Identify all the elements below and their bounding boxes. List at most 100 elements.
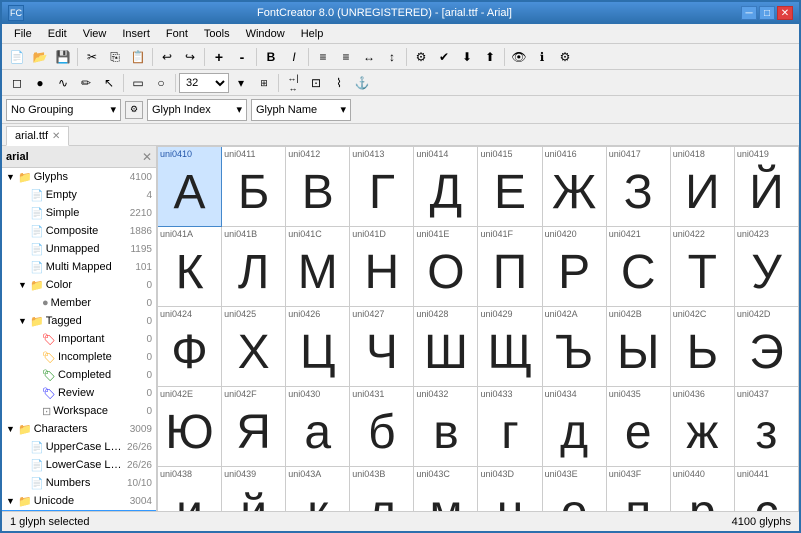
glyph-cell[interactable]: uni042B Ы: [607, 307, 671, 387]
open-button[interactable]: 📂: [29, 46, 51, 68]
sidebar-item-empty[interactable]: 📄 Empty 4: [2, 186, 156, 204]
glyph-cell[interactable]: uni0429 Щ: [478, 307, 542, 387]
glyph-cell[interactable]: uni0413 Г: [350, 147, 414, 227]
menu-window[interactable]: Window: [238, 26, 293, 42]
glyph-cell[interactable]: uni042C Ь: [671, 307, 735, 387]
glyph-cell[interactable]: uni0440 р: [671, 467, 735, 511]
glyph-cell[interactable]: uni041C М: [286, 227, 350, 307]
glyph-cell[interactable]: uni0410 А: [158, 147, 222, 227]
curve-button[interactable]: ∿: [52, 72, 74, 94]
glyph-cell[interactable]: uni0423 У: [735, 227, 799, 307]
transform-button[interactable]: ⊡: [305, 72, 327, 94]
minimize-button[interactable]: ─: [741, 6, 757, 20]
glyph-cell[interactable]: uni041B Л: [222, 227, 286, 307]
glyph-cell[interactable]: uni0415 Е: [478, 147, 542, 227]
glyph-cell[interactable]: uni042A Ъ: [543, 307, 607, 387]
align-center-button[interactable]: ≡: [335, 46, 357, 68]
new-button[interactable]: 📄: [6, 46, 28, 68]
glyph-cell[interactable]: uni0419 Й: [735, 147, 799, 227]
glyph-cell[interactable]: uni0420 Р: [543, 227, 607, 307]
glyph-cell[interactable]: uni0433 г: [478, 387, 542, 467]
node-button[interactable]: ●: [29, 72, 51, 94]
menu-view[interactable]: View: [75, 26, 115, 42]
glyph-cell[interactable]: uni0416 Ж: [543, 147, 607, 227]
glyph-cell[interactable]: uni0428 Ш: [414, 307, 478, 387]
glyphname-combo[interactable]: Glyph Name ▾: [251, 99, 351, 121]
export-button[interactable]: ⬆: [479, 46, 501, 68]
glyph-cell[interactable]: uni0411 Б: [222, 147, 286, 227]
glyph-cell[interactable]: uni041A К: [158, 227, 222, 307]
path-button[interactable]: ⌇: [328, 72, 350, 94]
glyph-cell[interactable]: uni041E О: [414, 227, 478, 307]
anchor-button[interactable]: ⚓: [351, 72, 373, 94]
cut-button[interactable]: ✂: [81, 46, 103, 68]
sidebar-item-member[interactable]: ● Member 0: [2, 294, 156, 312]
select-button[interactable]: ↖: [98, 72, 120, 94]
glyph-cell[interactable]: uni0421 С: [607, 227, 671, 307]
sidebar-item-important[interactable]: 🏷 Important 0: [2, 330, 156, 348]
sidebar-item-tagged[interactable]: ▼ 📁 Tagged 0: [2, 312, 156, 330]
sidebar-item-review[interactable]: 🏷 Review 0: [2, 384, 156, 402]
glyph-cell[interactable]: uni0436 ж: [671, 387, 735, 467]
rect-button[interactable]: ▭: [127, 72, 149, 94]
menu-insert[interactable]: Insert: [114, 26, 158, 42]
glyph-cell[interactable]: uni043D н: [478, 467, 542, 511]
ellipse-button[interactable]: ○: [150, 72, 172, 94]
sidebar-item-completed[interactable]: 🏷 Completed 0: [2, 366, 156, 384]
glyph-cell[interactable]: uni0437 з: [735, 387, 799, 467]
glyph-cell[interactable]: uni043A к: [286, 467, 350, 511]
glyph-cell[interactable]: uni0439 й: [222, 467, 286, 511]
glyph-cell[interactable]: uni0427 Ч: [350, 307, 414, 387]
glyph-cell[interactable]: uni0432 в: [414, 387, 478, 467]
preview-button[interactable]: 👁: [508, 46, 530, 68]
bold-button[interactable]: B: [260, 46, 282, 68]
menu-edit[interactable]: Edit: [40, 26, 75, 42]
zoom-combo-btn[interactable]: ▾: [230, 72, 252, 94]
copy-button[interactable]: ⎘: [104, 46, 126, 68]
sidebar-item-multimapped[interactable]: 📄 Multi Mapped 101: [2, 258, 156, 276]
glyph-cell[interactable]: uni0414 Д: [414, 147, 478, 227]
close-button[interactable]: ✕: [777, 6, 793, 20]
glyph-cell[interactable]: uni0435 е: [607, 387, 671, 467]
sidebar-item-unicode[interactable]: ▼ 📁 Unicode 3004: [2, 492, 156, 510]
sidebar-item-composite[interactable]: 📄 Composite 1886: [2, 222, 156, 240]
sidebar-item-workspace[interactable]: ⊡ Workspace 0: [2, 402, 156, 420]
paste-button[interactable]: 📋: [127, 46, 149, 68]
glyph-cell[interactable]: uni0424 Ф: [158, 307, 222, 387]
sidebar-item-unmapped[interactable]: 📄 Unmapped 1195: [2, 240, 156, 258]
glyph-cell[interactable]: uni0430 а: [286, 387, 350, 467]
pen-button[interactable]: ✏: [75, 72, 97, 94]
settings-button[interactable]: ⚙: [554, 46, 576, 68]
sidebar-close-btn[interactable]: ✕: [142, 150, 152, 164]
save-button[interactable]: 💾: [52, 46, 74, 68]
glyph-cell[interactable]: uni043E о: [543, 467, 607, 511]
tab-close-btn[interactable]: ✕: [52, 131, 60, 142]
glyph-cell[interactable]: uni043F п: [607, 467, 671, 511]
zoom-select[interactable]: 32: [179, 73, 229, 93]
sidebar-item-incomplete[interactable]: 🏷 Incomplete 0: [2, 348, 156, 366]
sidebar-item-characters[interactable]: ▼ 📁 Characters 3009: [2, 420, 156, 438]
glyph-cell[interactable]: uni042D Э: [735, 307, 799, 387]
glyph-cell[interactable]: uni0426 Ц: [286, 307, 350, 387]
generate-button[interactable]: ⚙: [410, 46, 432, 68]
sidebar-item-simple[interactable]: 📄 Simple 2210: [2, 204, 156, 222]
menu-font[interactable]: Font: [158, 26, 196, 42]
glyph-cell[interactable]: uni0431 б: [350, 387, 414, 467]
contour-button[interactable]: ◻: [6, 72, 28, 94]
sidebar-item-uppercase[interactable]: 📄 UpperCase Letters 26/26: [2, 438, 156, 456]
validate-button[interactable]: ✔: [433, 46, 455, 68]
zoom-out-button[interactable]: -: [231, 46, 253, 68]
glyph-cell[interactable]: uni0425 Х: [222, 307, 286, 387]
glyphindex-combo[interactable]: Glyph Index ▾: [147, 99, 247, 121]
menu-file[interactable]: File: [6, 26, 40, 42]
glyph-cell[interactable]: uni0441 с: [735, 467, 799, 511]
glyph-cell[interactable]: uni0418 И: [671, 147, 735, 227]
glyph-cell[interactable]: uni043C м: [414, 467, 478, 511]
glyph-cell[interactable]: uni0438 и: [158, 467, 222, 511]
align-left-button[interactable]: ≡: [312, 46, 334, 68]
zoom-fit-btn[interactable]: ⊞: [253, 72, 275, 94]
menu-tools[interactable]: Tools: [196, 26, 238, 42]
grouping-settings-btn[interactable]: ⚙: [125, 101, 143, 119]
glyph-cell[interactable]: uni042F Я: [222, 387, 286, 467]
glyph-cell[interactable]: uni0422 Т: [671, 227, 735, 307]
